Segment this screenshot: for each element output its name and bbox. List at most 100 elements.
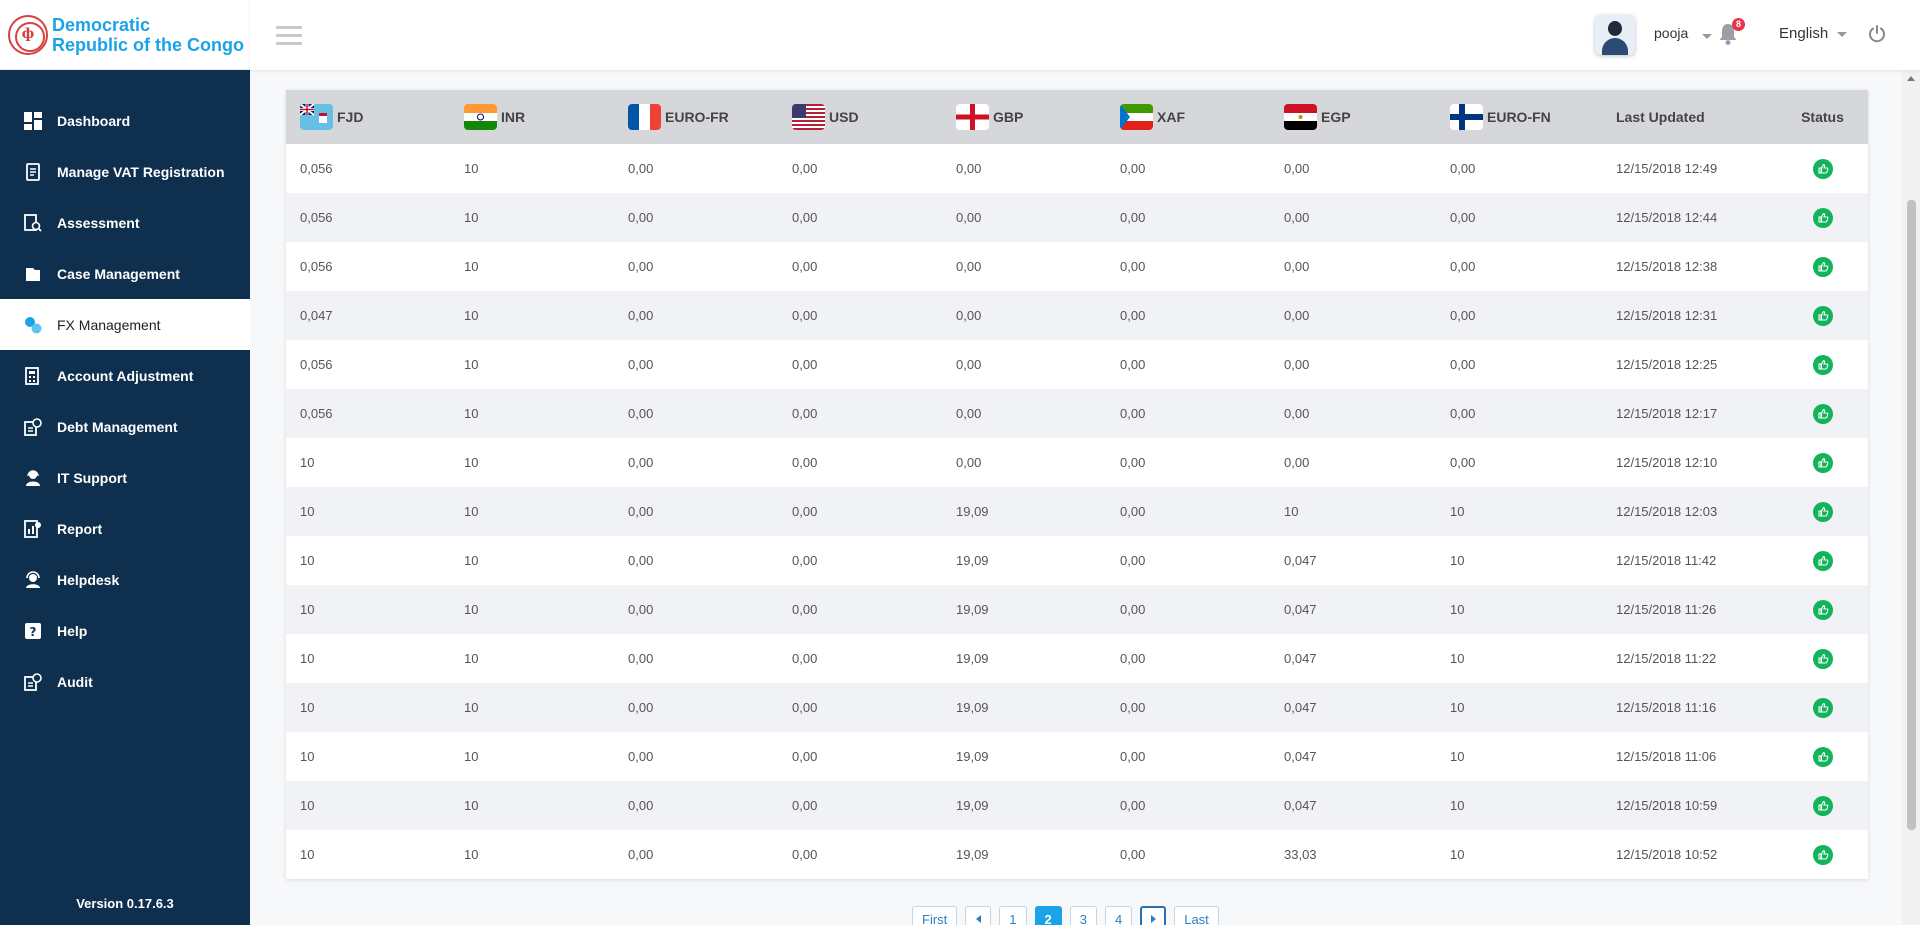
table-cell: 10 [300,798,315,813]
pagination-page-2[interactable]: 2 [1034,906,1062,925]
thumbs-up-icon[interactable] [1812,648,1833,669]
sidebar-item-manage-vat-registration[interactable]: Manage VAT Registration [0,146,250,197]
sidebar-item-audit[interactable]: Audit [0,656,250,707]
thumbs-up-icon[interactable] [1812,501,1833,522]
table-cell: 0,00 [1120,749,1146,764]
sidebar-item-fx-management[interactable]: $ FX Management [0,299,250,350]
thumbs-up-icon[interactable] [1812,256,1833,277]
thumbs-up-icon[interactable] [1812,795,1833,816]
status-cell [1777,683,1868,732]
sidebar-item-case-management[interactable]: Case Management [0,248,250,299]
pagination-page-3[interactable]: 3 [1069,906,1097,925]
pagination-first-button[interactable]: First [912,906,958,925]
logo[interactable]: ф Democratic Republic of the Congo [0,0,250,70]
thumbs-up-icon[interactable] [1812,746,1833,767]
power-icon[interactable] [1867,24,1887,44]
euro-fn-flag-icon [1450,104,1483,130]
table-row: 0,047 10 0,00 0,00 0,00 0,00 0,00 0,00 12/15/201… [286,291,1868,340]
thumbs-up-icon[interactable] [1812,844,1833,865]
table-cell: 0,00 [792,259,818,274]
usd-flag-icon [792,104,825,130]
table-cell: 10 [300,847,315,862]
table-row: 10 10 0,00 0,00 19,09 0,00 33,03 10 12/15/2018 1… [286,830,1868,879]
table-cell: 0,00 [1120,308,1146,323]
table-row: 10 10 0,00 0,00 19,09 0,00 0,047 10 12/15/2018 1… [286,683,1868,732]
table-cell: 0,00 [956,455,982,470]
sidebar-item-label: Helpdesk [57,571,120,588]
thumbs-up-icon[interactable] [1812,207,1833,228]
user-menu-caret-icon[interactable] [1702,34,1712,39]
pagination-last-button[interactable]: Last [1174,906,1219,925]
table-cell: 0,047 [300,308,333,323]
thumbs-up-icon[interactable] [1812,158,1833,179]
table-cell: 0,00 [792,210,818,225]
table-row: 0,056 10 0,00 0,00 0,00 0,00 0,00 0,00 12/15/201… [286,340,1868,389]
sidebar-item-help[interactable]: ? Help [0,605,250,656]
pagination-page-4[interactable]: 4 [1104,906,1133,925]
help-icon: ? [24,621,42,641]
table-cell: 0,047 [1284,651,1317,666]
table-cell: 0,00 [956,259,982,274]
pagination-prev-button[interactable] [965,906,992,925]
table-cell: 0,047 [1284,553,1317,568]
table-cell: 10 [300,700,315,715]
table-cell: 10 [1450,553,1465,568]
table-cell: 10 [464,651,479,666]
table-cell: 0,00 [1120,259,1146,274]
thumbs-up-icon[interactable] [1812,550,1833,571]
table-cell: 0,00 [792,308,818,323]
column-header-label: Last Updated [1616,109,1705,125]
thumbs-up-icon[interactable] [1812,697,1833,718]
table-cell: 19,09 [956,847,989,862]
sidebar-item-it-support[interactable]: IT Support [0,452,250,503]
table-cell: 12/15/2018 10:52 [1616,847,1718,862]
column-header-euro-fn: EURO-FN [1436,90,1602,144]
sidebar-item-helpdesk[interactable]: Helpdesk [0,554,250,605]
thumbs-up-icon[interactable] [1812,599,1833,620]
notification-count-badge: 8 [1732,18,1745,31]
scrollbar-thumb[interactable] [1907,200,1916,830]
table-cell: 10 [300,651,315,666]
language-selector[interactable]: English [1779,25,1828,42]
sidebar-item-debt-management[interactable]: Debt Management [0,401,250,452]
sidebar-item-dashboard[interactable]: Dashboard [0,95,250,146]
thumbs-up-icon[interactable] [1812,403,1833,424]
table-cell: 10 [1450,504,1465,519]
case-icon [24,264,42,284]
pagination-next-button[interactable] [1140,906,1167,925]
table-cell: 0,00 [792,798,818,813]
thumbs-up-icon[interactable] [1812,452,1833,473]
pagination-page-1[interactable]: 1 [999,906,1027,925]
avatar[interactable] [1595,15,1635,55]
status-cell [1777,487,1868,536]
table-cell: 10 [1284,504,1299,519]
column-header-fjd: FJD [286,90,450,144]
thumbs-up-icon[interactable] [1812,305,1833,326]
sidebar-item-assessment[interactable]: Assessment [0,197,250,248]
table-cell: 10 [464,210,479,225]
sidebar-item-account-adjustment[interactable]: Account Adjustment [0,350,250,401]
table-row: 0,056 10 0,00 0,00 0,00 0,00 0,00 0,00 12/15/201… [286,242,1868,291]
table-cell: 0,00 [1120,455,1146,470]
status-cell [1777,536,1868,585]
thumbs-up-icon[interactable] [1812,354,1833,375]
sidebar-item-label: IT Support [57,469,127,486]
column-header-label: XAF [1157,109,1185,125]
table-cell: 10 [300,455,315,470]
scroll-up-arrow-icon[interactable] [1907,76,1915,81]
column-header-egp: EGP [1270,90,1436,144]
table-cell: 0,00 [628,406,654,421]
table-cell: 10 [464,308,479,323]
table-cell: 0,00 [792,553,818,568]
username[interactable]: pooja [1654,25,1688,41]
language-caret-icon[interactable] [1837,32,1847,37]
menu-toggle-icon[interactable] [276,26,302,46]
table-cell: 0,00 [792,455,818,470]
table-cell: 0,00 [792,357,818,372]
sidebar-item-report[interactable]: Report [0,503,250,554]
table-cell: 0,047 [1284,749,1317,764]
page-scrollbar[interactable] [1902,70,1920,925]
sidebar-item-label: Debt Management [57,418,178,435]
status-cell [1777,389,1868,438]
table-cell: 0,00 [628,602,654,617]
